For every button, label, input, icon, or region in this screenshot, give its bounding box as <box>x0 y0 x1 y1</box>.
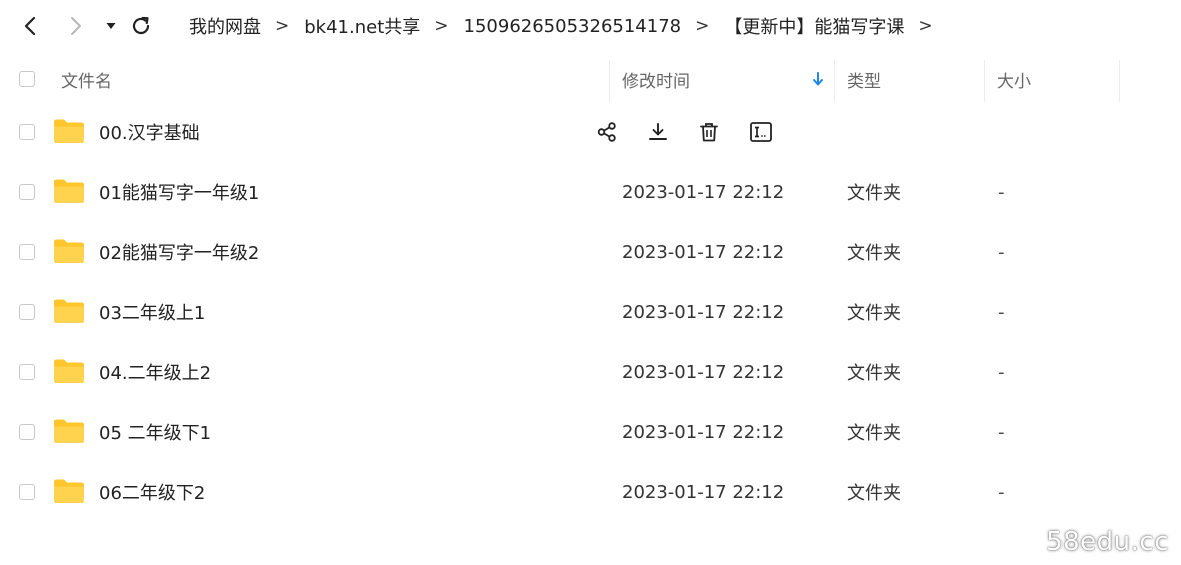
file-name[interactable]: 05 二年级下1 <box>99 402 211 462</box>
row-checkbox[interactable] <box>19 124 35 140</box>
file-size: - <box>998 481 1005 503</box>
file-size: - <box>998 181 1005 203</box>
table-row[interactable]: 05 二年级下1 2023-01-17 22:12 文件夹 - <box>0 402 1181 462</box>
table-row[interactable]: 06二年级下2 2023-01-17 22:12 文件夹 - <box>0 462 1181 522</box>
modified-time: 2023-01-17 22:12 <box>622 361 785 383</box>
modified-time: 2023-01-17 22:12 <box>622 481 785 503</box>
toolbar: 我的网盘 > bk41.net共享 > 1509626505326514178 … <box>0 0 1181 52</box>
row-checkbox[interactable] <box>19 364 35 380</box>
breadcrumb-item-current[interactable]: 【更新中】能猫写字课 <box>724 13 904 39</box>
file-type: 文件夹 <box>847 363 901 384</box>
column-divider[interactable] <box>834 60 835 102</box>
file-name[interactable]: 03二年级上1 <box>99 282 205 342</box>
file-type: 文件夹 <box>847 183 901 204</box>
folder-icon <box>53 478 85 504</box>
file-name[interactable]: 02能猫写字一年级2 <box>99 222 259 282</box>
file-type: 文件夹 <box>847 303 901 324</box>
breadcrumb-item[interactable]: bk41.net共享 <box>304 13 420 39</box>
delete-icon[interactable] <box>696 119 722 145</box>
watermark: 58edu.cc <box>1046 527 1169 557</box>
table-row[interactable]: 02能猫写字一年级2 2023-01-17 22:12 文件夹 - <box>0 222 1181 282</box>
table-row[interactable]: 01能猫写字一年级1 2023-01-17 22:12 文件夹 - <box>0 162 1181 222</box>
folder-icon <box>53 118 85 144</box>
share-icon[interactable] <box>594 119 620 145</box>
modified-time: 2023-01-17 22:12 <box>622 181 785 203</box>
column-divider[interactable] <box>984 60 985 102</box>
column-divider[interactable] <box>1119 60 1120 102</box>
select-all-checkbox[interactable] <box>19 71 35 87</box>
download-icon[interactable] <box>645 119 671 145</box>
modified-time: 2023-01-17 22:12 <box>622 241 785 263</box>
column-header-name[interactable]: 文件名 <box>61 56 112 102</box>
breadcrumb-item[interactable]: 我的网盘 <box>189 13 261 39</box>
breadcrumb-item[interactable]: 1509626505326514178 <box>464 16 682 37</box>
folder-icon <box>53 298 85 324</box>
column-header-size[interactable]: 大小 <box>997 56 1031 102</box>
folder-icon <box>53 418 85 444</box>
row-checkbox[interactable] <box>19 184 35 200</box>
file-name[interactable]: 01能猫写字一年级1 <box>99 162 259 222</box>
folder-icon <box>53 238 85 264</box>
breadcrumb-separator: > <box>275 16 290 36</box>
rename-icon[interactable] <box>748 119 774 145</box>
file-name[interactable]: 04.二年级上2 <box>99 342 211 402</box>
row-checkbox[interactable] <box>19 484 35 500</box>
row-checkbox[interactable] <box>19 244 35 260</box>
file-type: 文件夹 <box>847 243 901 264</box>
breadcrumb-separator[interactable]: > <box>918 16 932 36</box>
table-row[interactable]: 03二年级上1 2023-01-17 22:12 文件夹 - <box>0 282 1181 342</box>
file-size: - <box>998 241 1005 263</box>
row-checkbox[interactable] <box>19 304 35 320</box>
column-divider[interactable] <box>609 60 610 102</box>
breadcrumb-separator: > <box>434 16 449 36</box>
folder-icon <box>53 178 85 204</box>
dropdown-icon[interactable] <box>99 14 123 38</box>
modified-time: 2023-01-17 22:12 <box>622 421 785 443</box>
file-size: - <box>998 421 1005 443</box>
file-size: - <box>998 301 1005 323</box>
table-row[interactable]: 00.汉字基础 <box>0 102 1181 162</box>
row-checkbox[interactable] <box>19 424 35 440</box>
file-name[interactable]: 00.汉字基础 <box>99 102 200 162</box>
breadcrumb: 我的网盘 > bk41.net共享 > 1509626505326514178 … <box>189 13 948 39</box>
table-row[interactable]: 04.二年级上2 2023-01-17 22:12 文件夹 - <box>0 342 1181 402</box>
arrow-down-icon[interactable] <box>812 56 824 102</box>
modified-time: 2023-01-17 22:12 <box>622 301 785 323</box>
table-header: 文件名 修改时间 类型 大小 <box>0 56 1181 102</box>
back-icon[interactable] <box>18 14 42 38</box>
file-type: 文件夹 <box>847 423 901 444</box>
breadcrumb-separator: > <box>695 16 710 36</box>
file-type: 文件夹 <box>847 483 901 504</box>
file-size: - <box>998 361 1005 383</box>
folder-icon <box>53 358 85 384</box>
column-header-type[interactable]: 类型 <box>847 56 881 102</box>
column-header-modified[interactable]: 修改时间 <box>622 56 690 102</box>
refresh-icon[interactable] <box>129 14 153 38</box>
file-name[interactable]: 06二年级下2 <box>99 462 205 522</box>
forward-icon[interactable] <box>64 14 88 38</box>
